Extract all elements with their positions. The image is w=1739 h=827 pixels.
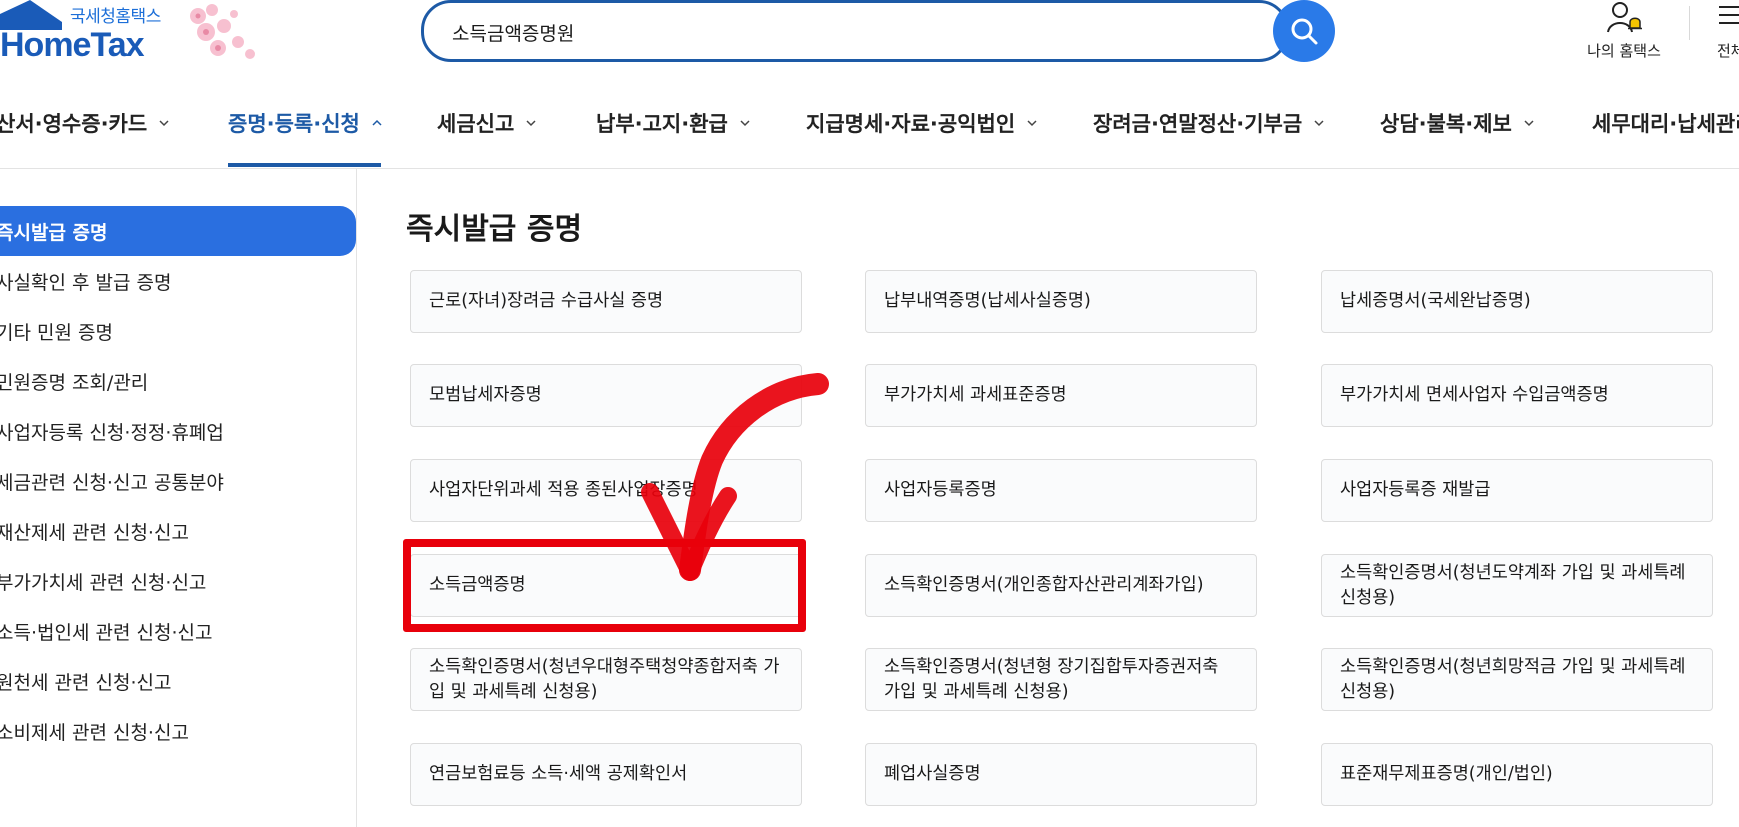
sidebar-item-label: 재산제세 관련 신청·신고 <box>0 521 189 544</box>
cert-card[interactable]: 소득확인증명서(청년우대형주택청약종합저축 가입 및 과세특례 신청용) <box>410 648 802 711</box>
gnb-item-certificates[interactable]: 증명·등록·신청 <box>228 78 382 168</box>
sidebar-item-consumption-tax[interactable]: 소비제세 관련 신청·신고 <box>0 706 356 756</box>
sidebar-item-label: 사실확인 후 발급 증명 <box>0 271 172 294</box>
sidebar-item-label: 사업자등록 신청·정정·휴폐업 <box>0 421 224 444</box>
sidebar-item-label: 즉시발급 증명 <box>0 221 108 244</box>
search-bar[interactable] <box>421 0 1289 62</box>
chevron-up-icon <box>372 119 382 126</box>
search-button[interactable] <box>1273 0 1335 62</box>
gnb-item-payment[interactable]: 납부·고지·환급 <box>596 78 750 168</box>
gnb-item-label: 증명·등록·신청 <box>228 112 360 136</box>
gnb-item-label: 세금신고 <box>437 112 515 136</box>
chevron-down-icon <box>159 120 169 127</box>
cert-card[interactable]: 소득확인증명서(청년도약계좌 가입 및 과세특례 신청용) <box>1321 554 1713 617</box>
sidebar-item-property-tax[interactable]: 재산제세 관련 신청·신고 <box>0 506 356 556</box>
cert-card[interactable]: 부가가치세 면세사업자 수입금액증명 <box>1321 364 1713 427</box>
gnb-item-label: 상담·불복·제보 <box>1380 112 1512 136</box>
cert-card[interactable]: 연금보험료등 소득·세액 공제확인서 <box>410 743 802 806</box>
search-icon <box>1291 18 1318 45</box>
gnb-item-consultation[interactable]: 상담·불복·제보 <box>1380 78 1534 168</box>
gnb-active-indicator <box>228 163 381 167</box>
cert-card[interactable]: 납세증명서(국세완납증명) <box>1321 270 1713 333</box>
sidebar-item-vat[interactable]: 부가가치세 관련 신청·신고 <box>0 556 356 606</box>
cert-card[interactable]: 부가가치세 과세표준증명 <box>865 364 1257 427</box>
sidebar-item-withholding[interactable]: 원천세 관련 신청·신고 <box>0 656 356 706</box>
hometax-logo[interactable]: 국세청홈택스 HomeTax <box>0 0 270 66</box>
person-bell-icon <box>1607 2 1642 33</box>
page-title: 즉시발급 증명 <box>406 212 583 247</box>
cert-card[interactable]: 표준재무제표증명(개인/법인) <box>1321 743 1713 806</box>
my-hometax-label: 나의 홈택스 <box>1587 42 1661 60</box>
sidebar-item-other-cert[interactable]: 기타 민원 증명 <box>0 306 356 356</box>
gnb-item-label: 장려금·연말정산·기부금 <box>1093 112 1303 136</box>
gnb-item-label: 세무대리·납세관리 <box>1592 112 1739 136</box>
sidebar-item-instant-cert[interactable]: 즉시발급 증명 <box>0 206 356 256</box>
cert-card[interactable]: 모범납세자증명 <box>410 364 802 427</box>
gnb-item-receipts[interactable]: 산서·영수증·카드 <box>0 78 169 168</box>
cert-card[interactable]: 소득확인증명서(청년형 장기집합투자증권저축 가입 및 과세특례 신청용) <box>865 648 1257 711</box>
gnb-item-label: 산서·영수증·카드 <box>0 112 148 136</box>
cert-card[interactable]: 사업자등록증 재발급 <box>1321 459 1713 522</box>
menu-icon <box>1719 6 1739 24</box>
cherry-blossom-icon <box>190 4 255 59</box>
gnb-item-label: 지급명세·자료·공익법인 <box>806 112 1016 136</box>
sidebar-item-cert-manage[interactable]: 민원증명 조회/관리 <box>0 356 356 406</box>
search-input[interactable] <box>450 13 1234 51</box>
all-menu-button[interactable]: 전체 <box>1715 0 1739 64</box>
gnb-item-tax-agent[interactable]: 세무대리·납세관리 <box>1592 78 1739 168</box>
gnb-item-tax-return[interactable]: 세금신고 <box>437 78 536 168</box>
cert-card[interactable]: 소득확인증명서(청년희망적금 가입 및 과세특례 신청용) <box>1321 648 1713 711</box>
sidebar: 즉시발급 증명 사실확인 후 발급 증명 기타 민원 증명 민원증명 조회/관리… <box>0 168 357 827</box>
cert-card-income-amount[interactable]: 소득금액증명 <box>410 554 802 617</box>
sidebar-item-verified-cert[interactable]: 사실확인 후 발급 증명 <box>0 256 356 306</box>
sidebar-item-label: 민원증명 조회/관리 <box>0 371 149 394</box>
logo-title: HomeTax <box>0 26 145 64</box>
cert-card[interactable]: 폐업사실증명 <box>865 743 1257 806</box>
sidebar-item-label: 세금관련 신청·신고 공통분야 <box>0 471 224 494</box>
all-menu-label: 전체 <box>1717 42 1739 60</box>
gnb-item-payment-statements[interactable]: 지급명세·자료·공익법인 <box>806 78 1037 168</box>
sidebar-item-label: 소득·법인세 관련 신청·신고 <box>0 621 213 644</box>
sidebar-item-label: 부가가치세 관련 신청·신고 <box>0 571 207 594</box>
sidebar-item-label: 원천세 관련 신청·신고 <box>0 671 172 694</box>
gnb-item-label: 납부·고지·환급 <box>596 112 728 136</box>
my-hometax-button[interactable]: 나의 홈택스 <box>1578 0 1670 64</box>
cert-card[interactable]: 사업자등록증명 <box>865 459 1257 522</box>
sidebar-item-business-reg[interactable]: 사업자등록 신청·정정·휴폐업 <box>0 406 356 456</box>
sidebar-item-tax-common[interactable]: 세금관련 신청·신고 공통분야 <box>0 456 356 506</box>
sidebar-item-income-tax[interactable]: 소득·법인세 관련 신청·신고 <box>0 606 356 656</box>
cert-card[interactable]: 납부내역증명(납세사실증명) <box>865 270 1257 333</box>
chevron-down-icon <box>1524 120 1534 127</box>
logo-subtitle: 국세청홈택스 <box>70 7 161 27</box>
chevron-down-icon <box>1314 120 1324 127</box>
chevron-down-icon <box>526 120 536 127</box>
cert-card[interactable]: 근로(자녀)장려금 수급사실 증명 <box>410 270 802 333</box>
global-nav: 산서·영수증·카드 증명·등록·신청 세금신고 납부·고지·환급 지급명세·자료… <box>0 78 1739 169</box>
chevron-down-icon <box>740 120 750 127</box>
chevron-down-icon <box>1027 120 1037 127</box>
cert-card[interactable]: 소득확인증명서(개인종합자산관리계좌가입) <box>865 554 1257 617</box>
gnb-item-incentives[interactable]: 장려금·연말정산·기부금 <box>1093 78 1324 168</box>
sidebar-item-label: 기타 민원 증명 <box>0 321 113 344</box>
sidebar-item-label: 소비제세 관련 신청·신고 <box>0 721 189 744</box>
cert-card[interactable]: 사업자단위과세 적용 종된사업장증명 <box>410 459 802 522</box>
header-divider <box>1689 6 1690 40</box>
